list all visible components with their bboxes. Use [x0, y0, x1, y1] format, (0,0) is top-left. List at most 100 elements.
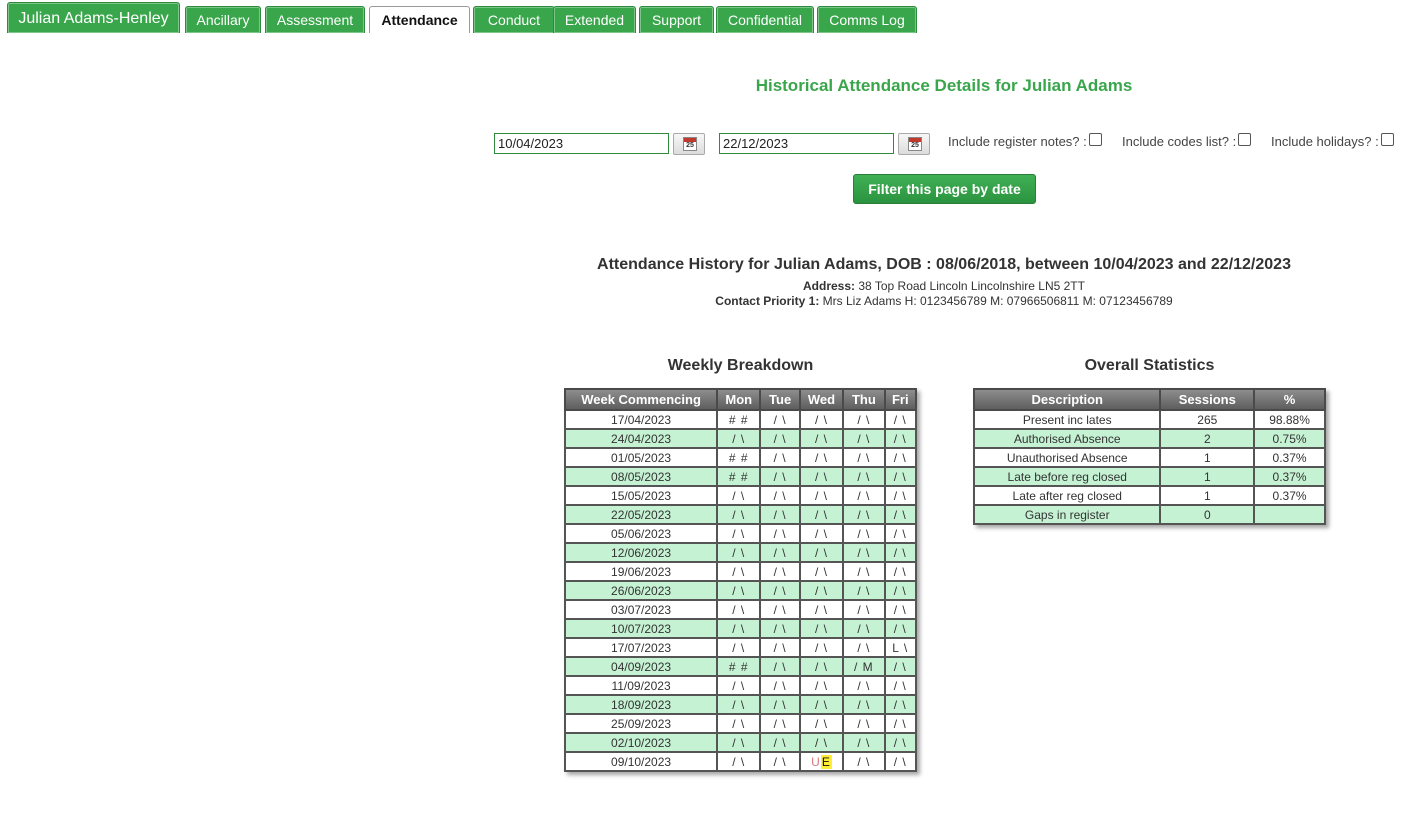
session-mark-cell: / \: [842, 637, 886, 658]
table-header-row: Week Commencing Mon Tue Wed Thu Fri: [563, 388, 918, 411]
session-mark-cell: / \: [716, 675, 762, 696]
session-mark-cell: / \: [716, 618, 762, 639]
codes-list-checkbox[interactable]: [1238, 133, 1252, 147]
session-mark-cell: / \: [759, 751, 801, 772]
stat-sessions-cell: 1: [1159, 485, 1256, 506]
week-date-cell: 01/05/2023: [563, 447, 719, 468]
weekly-breakdown-title: Weekly Breakdown: [667, 357, 814, 374]
table-row: 04/09/2023 # # / \ / \ / M / \: [563, 656, 918, 677]
session-mark-cell: / \: [883, 694, 918, 715]
week-date-cell: 19/06/2023: [563, 561, 719, 582]
calendar-icon: 25: [908, 137, 922, 151]
address-label: Address:: [803, 279, 856, 293]
session-mark-cell: / \: [842, 618, 886, 639]
register-notes-option: Include register notes? :: [948, 133, 1102, 149]
stat-sessions-cell: 2: [1159, 428, 1256, 449]
session-mark-cell: / \: [883, 542, 918, 563]
session-mark-cell: / \: [759, 466, 801, 487]
page-title: Historical Attendance Details for Julian…: [755, 76, 1133, 95]
contact-line: Contact Priority 1: Mrs Liz Adams H: 012…: [560, 294, 1328, 308]
register-notes-checkbox[interactable]: [1088, 133, 1102, 147]
session-mark-cell: / \: [883, 618, 918, 639]
address-value: 38 Top Road Lincoln Lincolnshire LN5 2TT: [858, 279, 1085, 293]
table-row: 17/07/2023/ \ / \ / \ / \ L \: [563, 637, 918, 658]
session-mark-cell: / \: [759, 694, 801, 715]
tab-assessment[interactable]: Assessment: [265, 6, 365, 33]
session-mark-cell: / \: [842, 561, 886, 582]
stat-percent-cell: 0.37%: [1253, 485, 1326, 506]
tab-confidential[interactable]: Confidential: [716, 6, 814, 33]
tab-conduct[interactable]: Conduct: [473, 6, 555, 33]
session-mark-cell: / \: [716, 504, 762, 525]
session-mark-cell: / \: [842, 409, 886, 430]
session-mark-cell: / \: [798, 637, 845, 658]
session-mark-cell: / \: [842, 466, 886, 487]
session-mark-cell: / \: [842, 675, 886, 696]
table-row: 10/07/2023/ \ / \ / \ / \ / \: [563, 618, 918, 639]
session-mark-cell: / \: [759, 656, 801, 677]
holidays-option: Include holidays? :: [1271, 133, 1394, 149]
tab-extended[interactable]: Extended: [553, 6, 636, 33]
from-date-input[interactable]: [494, 133, 669, 154]
unauthorised-mark: U: [811, 754, 821, 769]
stat-percent-cell: 0.37%: [1253, 447, 1326, 468]
contact-value: Mrs Liz Adams H: 0123456789 M: 079665068…: [822, 294, 1173, 308]
table-row: 05/06/2023/ \ / \ / \ / \ / \: [563, 523, 918, 544]
session-mark-cell: / \: [842, 580, 886, 601]
to-date-input[interactable]: [719, 133, 894, 154]
attendance-history-title: Attendance History for Julian Adams, DOB…: [597, 256, 1291, 273]
session-mark-cell: / \: [842, 523, 886, 544]
overall-statistics-title: Overall Statistics: [1084, 357, 1215, 374]
table-row: Gaps in register 0: [972, 504, 1326, 525]
holidays-label: Include holidays? :: [1271, 134, 1379, 149]
tab-support[interactable]: Support: [639, 6, 714, 33]
table-row: 17/04/2023 # # / \ / \ / \ / \: [563, 409, 918, 430]
week-date-cell: 10/07/2023: [563, 618, 719, 639]
session-mark-cell: / \: [883, 409, 918, 430]
session-mark-cell: / \: [842, 694, 886, 715]
week-date-cell: 08/05/2023: [563, 466, 719, 487]
stat-description-cell: Present inc lates: [972, 409, 1162, 430]
table-row: Unauthorised Absence 1 0.37%: [972, 447, 1326, 468]
session-mark-cell: / \: [842, 713, 886, 734]
session-mark-cell: / \: [798, 523, 845, 544]
tab-attendance[interactable]: Attendance: [369, 6, 470, 33]
session-mark-cell: / \: [798, 732, 845, 753]
table-row: Present inc lates 265 98.88%: [972, 409, 1326, 430]
filter-by-date-button[interactable]: Filter this page by date: [853, 174, 1036, 204]
stat-sessions-cell: 1: [1159, 447, 1256, 468]
from-date-calendar-button[interactable]: 25: [673, 133, 705, 155]
session-mark-cell: / \: [842, 751, 886, 772]
week-date-cell: 12/06/2023: [563, 542, 719, 563]
session-mark-cell: UE: [798, 751, 845, 772]
column-header: %: [1253, 388, 1326, 411]
session-mark-cell: / \: [798, 561, 845, 582]
holidays-checkbox[interactable]: [1380, 133, 1394, 147]
stat-percent-cell: [1253, 504, 1326, 525]
calendar-icon: 25: [683, 137, 697, 151]
register-notes-label: Include register notes? :: [948, 134, 1087, 149]
session-mark-cell: / \: [716, 523, 762, 544]
table-row: 09/10/2023/ \ / \ UE / \ / \: [563, 751, 918, 772]
tab-comms-log[interactable]: Comms Log: [817, 6, 917, 33]
table-row: 26/06/2023/ \ / \ / \ / \ / \: [563, 580, 918, 601]
tab-ancillary[interactable]: Ancillary: [185, 6, 261, 33]
session-mark-cell: / \: [759, 599, 801, 620]
session-mark-cell: / \: [759, 637, 801, 658]
table-row: 24/04/2023/ \ / \ / \ / \ / \: [563, 428, 918, 449]
table-row: 22/05/2023/ \ / \ / \ / \ / \: [563, 504, 918, 525]
session-mark-cell: / \: [883, 675, 918, 696]
session-mark-cell: / \: [798, 466, 845, 487]
session-mark-cell: / \: [759, 523, 801, 544]
session-mark-cell: / \: [883, 485, 918, 506]
to-date-calendar-button[interactable]: 25: [898, 133, 930, 155]
session-mark-cell: / \: [759, 428, 801, 449]
column-header: Wed: [798, 388, 845, 411]
session-mark-cell: / \: [883, 504, 918, 525]
session-mark-cell: / \: [883, 732, 918, 753]
tab-student-name[interactable]: Julian Adams-Henley: [7, 2, 180, 33]
session-mark-cell: / \: [716, 428, 762, 449]
session-mark-cell: / \: [759, 618, 801, 639]
session-mark-cell: / \: [716, 751, 762, 772]
session-mark-cell: / \: [798, 580, 845, 601]
